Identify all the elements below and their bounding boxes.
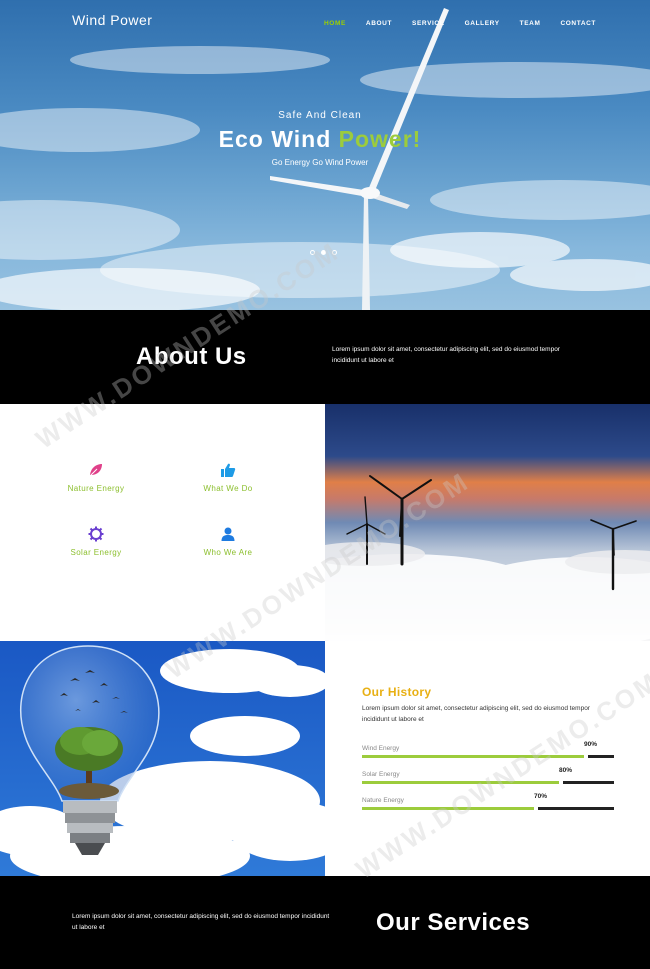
about-section: About Us Lorem ipsum dolor sit amet, con… <box>0 310 650 404</box>
hero-title: Eco Wind Power! <box>0 126 645 153</box>
skill-percent: 90% <box>584 741 598 748</box>
skill-remainder <box>538 807 614 810</box>
skill-fill <box>362 755 584 758</box>
feature-solar-energy[interactable]: Solar Energy <box>41 526 151 557</box>
skill-remainder <box>563 781 614 784</box>
feature-what-we-do[interactable]: What We Do <box>173 462 283 493</box>
hero-title-main: Eco Wind <box>218 126 339 152</box>
sunset-turbines-image <box>325 404 650 641</box>
hero-title-accent: Power! <box>338 126 422 152</box>
skill-track <box>362 755 614 758</box>
nav-item-contact[interactable]: CONTACT <box>560 20 596 27</box>
feature-nature-energy[interactable]: Nature Energy <box>41 462 151 493</box>
features-grid: Nature Energy What We Do Solar Energy Wh… <box>0 404 325 641</box>
skill-percent: 80% <box>559 767 573 774</box>
nav-item-service[interactable]: SERVICE <box>412 20 445 27</box>
skill-track <box>362 781 614 784</box>
hero-background <box>0 8 650 310</box>
nav-item-about[interactable]: ABOUT <box>366 20 392 27</box>
slider-dot-1[interactable] <box>310 250 315 255</box>
slider-dots <box>310 250 337 255</box>
skill-name: Wind Energy <box>362 745 400 752</box>
about-text: Lorem ipsum dolor sit amet, consectetur … <box>332 346 560 364</box>
hero-subtitle: Safe And Clean <box>278 110 362 121</box>
skill-bar-nature: Nature Energy 70% <box>362 793 614 813</box>
thumbs-up-icon <box>221 463 236 477</box>
skill-remainder <box>588 755 614 758</box>
skill-bar-solar: Solar Energy 80% <box>362 767 614 787</box>
leaf-icon <box>89 464 102 477</box>
history-text: Lorem ipsum dolor sit amet, consectetur … <box>362 705 590 723</box>
services-title: Our Services <box>376 909 531 936</box>
feature-label: Nature Energy <box>67 484 125 493</box>
user-icon <box>221 527 235 541</box>
gear-icon <box>88 526 104 542</box>
main-nav: HOME ABOUT SERVICE GALLERY TEAM CONTACT <box>324 20 596 27</box>
feature-who-we-are[interactable]: Who We Are <box>173 526 283 557</box>
slider-dot-2[interactable] <box>321 250 326 255</box>
sunset-turbines-illustration <box>325 404 650 641</box>
nav-item-home[interactable]: HOME <box>324 20 346 27</box>
skill-name: Nature Energy <box>362 797 404 804</box>
skill-fill <box>362 781 559 784</box>
skill-fill <box>362 807 534 810</box>
history-title: Our History <box>362 685 432 699</box>
brand-logo[interactable]: Wind Power <box>72 12 152 28</box>
slider-dot-3[interactable] <box>332 250 337 255</box>
nav-item-gallery[interactable]: GALLERY <box>465 20 500 27</box>
skill-track <box>362 807 614 810</box>
bulb-tree-image <box>0 641 325 876</box>
about-title: About Us <box>136 343 247 370</box>
feature-label: What We Do <box>203 484 253 493</box>
bulb-tree-illustration <box>0 641 325 876</box>
skill-bar-wind: Wind Energy 90% <box>362 741 614 761</box>
feature-label: Solar Energy <box>70 548 122 557</box>
services-section: Lorem ipsum dolor sit amet, consectetur … <box>0 876 650 969</box>
history-section: Our History Lorem ipsum dolor sit amet, … <box>325 641 650 876</box>
skill-name: Solar Energy <box>362 771 400 778</box>
nav-item-team[interactable]: TEAM <box>520 20 541 27</box>
hero-tagline: Go Energy Go Wind Power <box>271 158 369 167</box>
hero-section: Wind Power HOME ABOUT SERVICE GALLERY TE… <box>0 0 650 310</box>
skill-percent: 70% <box>534 793 548 800</box>
feature-label: Who We Are <box>203 548 253 557</box>
services-text: Lorem ipsum dolor sit amet, consectetur … <box>72 913 330 931</box>
